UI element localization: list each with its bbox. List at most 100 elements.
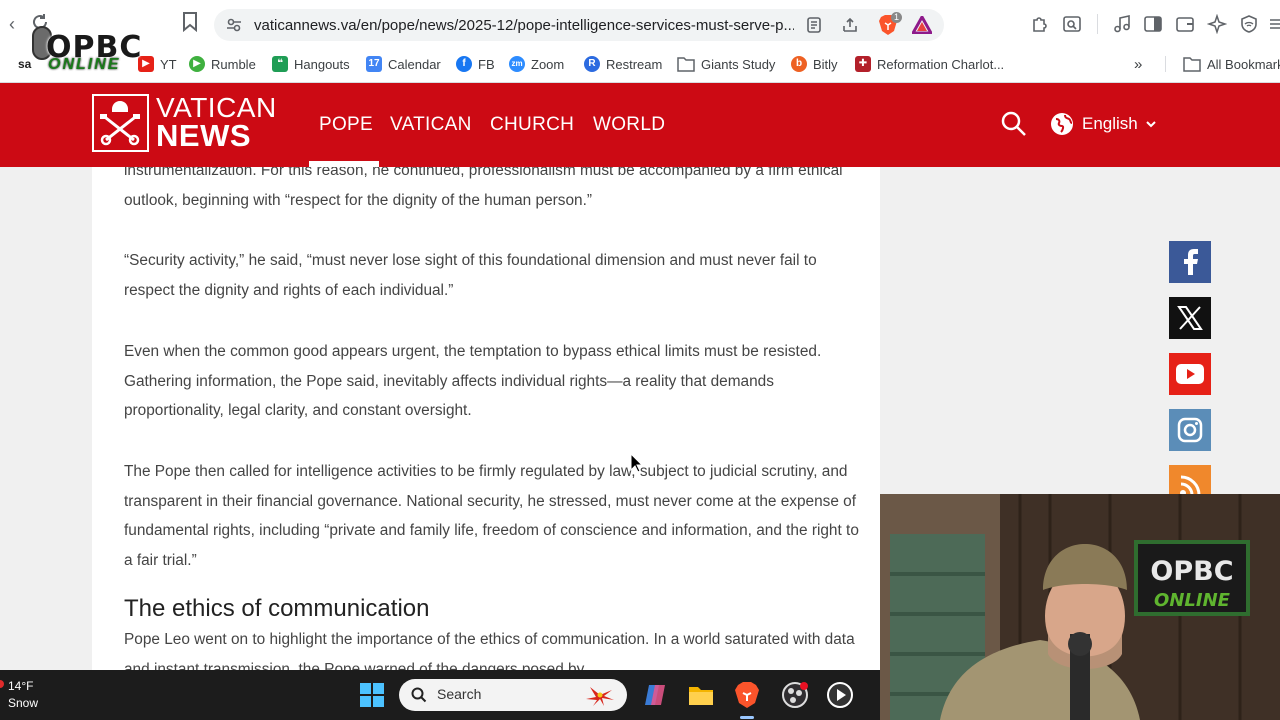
- copilot-icon: [645, 685, 665, 705]
- nav-church[interactable]: CHURCH: [490, 114, 574, 136]
- bookmark-hangouts[interactable]: ❝ Hangouts: [272, 54, 350, 74]
- x-logo-icon: [1177, 306, 1203, 330]
- all-bookmarks-button[interactable]: All Bookmark: [1183, 54, 1280, 74]
- facebook-favicon-icon: f: [456, 56, 472, 72]
- logo-word-news: NEWS: [156, 118, 251, 153]
- sidebar-button[interactable]: [1143, 14, 1163, 34]
- weather-widget[interactable]: 14°F Snow: [8, 678, 38, 712]
- webcam-sign-line2: ONLINE: [1154, 590, 1231, 611]
- nav-world[interactable]: WORLD: [593, 114, 665, 136]
- webcam-overlay: OPBC ONLINE: [880, 494, 1280, 720]
- presenter-video-frame: OPBC ONLINE: [880, 494, 1280, 720]
- brave-rewards-icon[interactable]: [912, 16, 932, 34]
- bookmark-label: Hangouts: [294, 56, 350, 72]
- article-paragraph: “Security activity,” he said, “must neve…: [124, 252, 817, 299]
- reformation-favicon-icon: ✚: [855, 56, 871, 72]
- bookmarks-overflow-button[interactable]: »: [1134, 54, 1142, 74]
- menu-button[interactable]: [1266, 14, 1280, 34]
- article-body: instrumentalization. For this reason, he…: [92, 167, 880, 670]
- bookmark-label: Zoom: [531, 56, 565, 72]
- article-paragraph: instrumentalization. For this reason, he…: [124, 167, 843, 209]
- puzzle-icon: [1033, 17, 1047, 32]
- share-icon[interactable]: [842, 17, 858, 33]
- folder-icon: [677, 57, 695, 72]
- bookmark-restream[interactable]: R Restream: [584, 54, 662, 74]
- notification-dot: [0, 680, 4, 688]
- all-bookmarks-label: All Bookmark: [1207, 56, 1280, 72]
- social-links: [1169, 241, 1211, 521]
- calendar-favicon-icon: 17: [366, 56, 382, 72]
- section-heading: The ethics of communication: [124, 595, 430, 622]
- site-header: VATICAN NEWS POPE VATICAN CHURCH WORLD E…: [0, 83, 1280, 167]
- leo-ai-button[interactable]: [1206, 13, 1228, 35]
- wallet-button[interactable]: [1175, 14, 1195, 34]
- bookmark-fb[interactable]: f FB: [456, 54, 495, 74]
- opbc-watermark-logo: OPBC ONLINE: [14, 22, 154, 74]
- bookmark-page-button[interactable]: [178, 12, 202, 36]
- site-settings-icon[interactable]: [226, 17, 242, 33]
- weather-condition: Snow: [8, 696, 39, 710]
- article-paragraph: The Pope then called for intelligence ac…: [124, 463, 859, 569]
- bookmark-icon: [183, 12, 197, 33]
- bookmark-rumble[interactable]: ▶ Rumble: [189, 54, 256, 74]
- zoom-favicon-icon: zm: [509, 56, 525, 72]
- nav-pope[interactable]: POPE: [319, 114, 373, 136]
- address-bar[interactable]: vaticannews.va/en/pope/news/2025-12/pope…: [214, 9, 944, 41]
- browser-toolbar: ‹ vaticannews.va/en/pope/news/2025-12/po…: [0, 0, 1280, 48]
- chevron-down-icon: [1146, 121, 1156, 128]
- brave-lion-icon: [735, 682, 759, 708]
- url-text[interactable]: vaticannews.va/en/pope/news/2025-12/pope…: [254, 17, 794, 34]
- shield-icon: [1241, 15, 1257, 33]
- bookmark-reformation[interactable]: ✚ Reformation Charlot...: [855, 54, 1004, 74]
- bookmark-label: YT: [160, 56, 177, 72]
- screenshot-button[interactable]: [1062, 14, 1082, 34]
- bookmark-zoom[interactable]: zm Zoom: [509, 54, 564, 74]
- folder-icon: [689, 687, 713, 705]
- media-button[interactable]: [1112, 14, 1132, 34]
- reader-mode-icon[interactable]: [806, 17, 822, 33]
- obs-icon: [782, 682, 808, 708]
- screenshot-icon: [1063, 16, 1081, 32]
- instagram-share-button[interactable]: [1169, 409, 1211, 451]
- facebook-share-button[interactable]: [1169, 241, 1211, 283]
- vatican-news-logo[interactable]: VATICAN NEWS: [92, 92, 277, 154]
- taskbar-search-label: Search: [437, 686, 482, 702]
- article-paragraph: Pope Leo went on to highlight the import…: [124, 631, 855, 670]
- toolbar-divider: [1097, 14, 1098, 34]
- vpn-button[interactable]: [1239, 14, 1259, 34]
- windows-logo-icon: [360, 683, 384, 707]
- hangouts-favicon-icon: ❝: [272, 56, 288, 72]
- play-icon: [827, 682, 853, 708]
- media-player-app[interactable]: [826, 681, 854, 709]
- watermark-line2: ONLINE: [48, 56, 121, 73]
- search-icon: [1001, 111, 1026, 136]
- obs-app[interactable]: [781, 681, 809, 709]
- start-button[interactable]: [358, 681, 386, 709]
- bookmark-bitly[interactable]: b Bitly: [791, 54, 838, 74]
- weather-temperature: 14°F: [8, 679, 34, 693]
- extensions-button[interactable]: [1030, 14, 1050, 34]
- taskbar-search[interactable]: Search: [399, 679, 627, 711]
- copilot-app[interactable]: [641, 681, 669, 709]
- site-search-button[interactable]: [1001, 111, 1027, 137]
- language-selector[interactable]: English: [1050, 111, 1156, 137]
- bookmarks-bar: sa ▶ YT ▶ Rumble ❝ Hangouts 17 Calendar …: [0, 48, 1280, 78]
- bookmark-label: Giants Study: [701, 56, 776, 72]
- folder-icon: [1183, 57, 1201, 72]
- youtube-share-button[interactable]: [1169, 353, 1211, 395]
- language-label: English: [1082, 114, 1138, 133]
- bookmark-giants-study[interactable]: Giants Study: [677, 54, 775, 74]
- youtube-icon: [1176, 364, 1204, 384]
- bookmark-label: Rumble: [211, 56, 256, 72]
- bookmark-calendar[interactable]: 17 Calendar: [366, 54, 441, 74]
- brave-shields-button[interactable]: 1: [878, 12, 903, 36]
- bookmark-label: Restream: [606, 56, 663, 72]
- mouse-cursor-icon: [630, 453, 644, 473]
- windows-taskbar: 14°F Snow Search: [0, 670, 880, 720]
- file-explorer-app[interactable]: [687, 681, 715, 709]
- menu-lines-icon: [1270, 19, 1280, 29]
- brave-browser-app[interactable]: [733, 681, 761, 709]
- active-app-indicator: [740, 716, 754, 719]
- nav-vatican[interactable]: VATICAN: [390, 114, 472, 136]
- x-share-button[interactable]: [1169, 297, 1211, 339]
